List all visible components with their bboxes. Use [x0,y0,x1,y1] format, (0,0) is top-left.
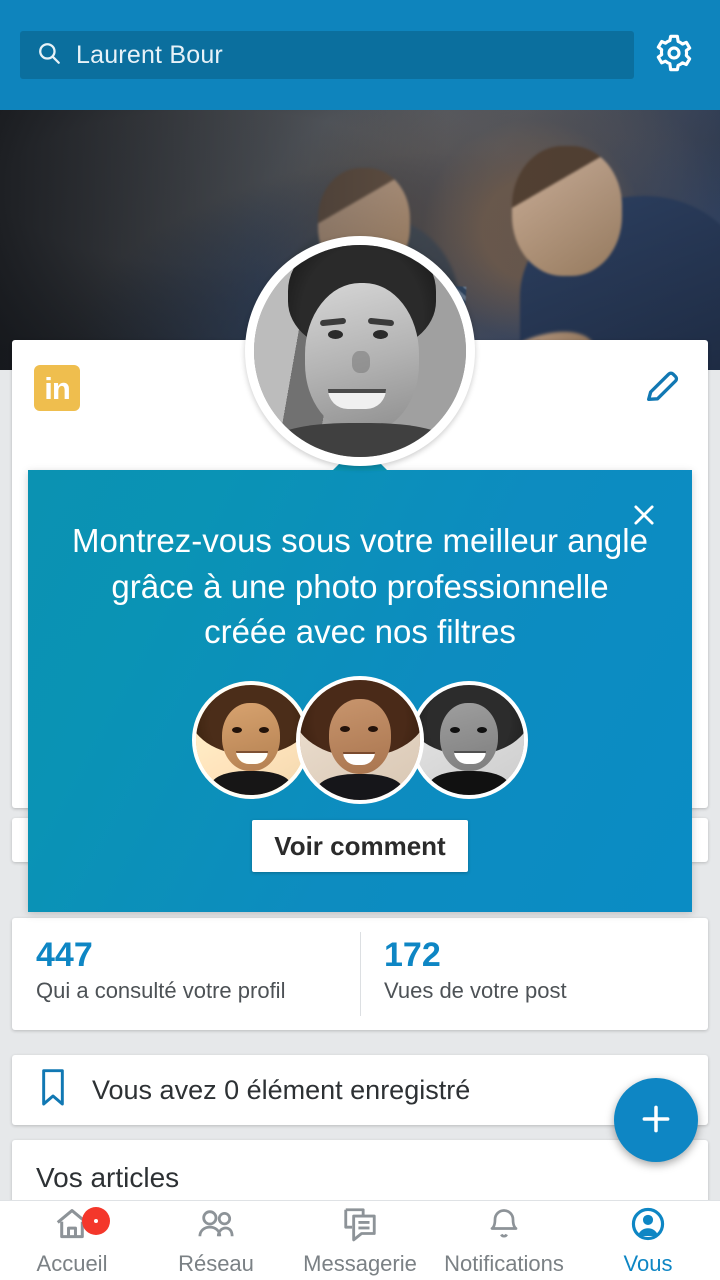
avatar[interactable] [245,236,475,466]
promo-thumbnail-2[interactable] [296,676,424,804]
nav-label: Réseau [178,1250,254,1276]
profile-icon [629,1205,667,1248]
nav-label: Vous [623,1250,673,1276]
nav-item-vous[interactable]: Vous [576,1201,720,1280]
stat-label: Vues de votre post [384,978,567,1004]
bottom-navigation: Accueil Réseau Messagerie Notifications … [0,1200,720,1280]
saved-items-text: Vous avez 0 élément enregistré [92,1074,471,1105]
linkedin-profile-screen: Laurent Bour in Montrez-vous sous votre … [0,0,720,1280]
message-icon [341,1205,379,1248]
photo-filter-promo-banner: Montrez-vous sous votre meilleur angle g… [28,443,692,912]
bookmark-icon [36,1068,70,1113]
nav-item-notifications[interactable]: Notifications [432,1201,576,1280]
promo-cta-button[interactable]: Voir comment [252,820,468,872]
pencil-icon [642,366,682,411]
nav-label: Accueil [36,1250,108,1276]
saved-items-row[interactable]: Vous avez 0 élément enregistré [12,1055,708,1125]
nav-item-reseau[interactable]: Réseau [144,1201,288,1280]
plus-icon [636,1099,676,1142]
nav-item-accueil[interactable]: Accueil [0,1201,144,1280]
stat-value: 447 [36,936,93,974]
promo-thumbnail-1[interactable] [192,681,310,799]
nav-badge-accueil [82,1207,110,1235]
premium-badge[interactable]: in [34,365,80,411]
search-input[interactable]: Laurent Bour [20,31,634,79]
promo-filter-thumbnails [28,676,692,804]
create-post-fab[interactable] [614,1078,698,1162]
stat-value: 172 [384,936,441,974]
profile-stats: 447 Qui a consulté votre profil 172 Vues… [12,918,708,1030]
promo-headline: Montrez-vous sous votre meilleur angle g… [72,522,648,651]
edit-profile-button[interactable] [636,362,688,414]
nav-label: Messagerie [303,1250,417,1276]
avatar-image [254,245,466,457]
nav-item-messagerie[interactable]: Messagerie [288,1201,432,1280]
search-value: Laurent Bour [76,40,223,69]
settings-button[interactable] [648,29,700,81]
nav-label: Notifications [444,1250,564,1276]
promo-thumbnail-3[interactable] [410,681,528,799]
search-icon [36,40,62,71]
stat-profile-views[interactable]: 447 Qui a consulté votre profil [12,918,360,1030]
people-icon [196,1205,236,1248]
stat-label: Qui a consulté votre profil [36,978,286,1004]
stat-post-views[interactable]: 172 Vues de votre post [360,918,708,1030]
your-articles-title: Vos articles [36,1162,180,1193]
top-bar: Laurent Bour [0,0,720,110]
bell-icon [486,1205,522,1248]
gear-icon [654,33,694,78]
